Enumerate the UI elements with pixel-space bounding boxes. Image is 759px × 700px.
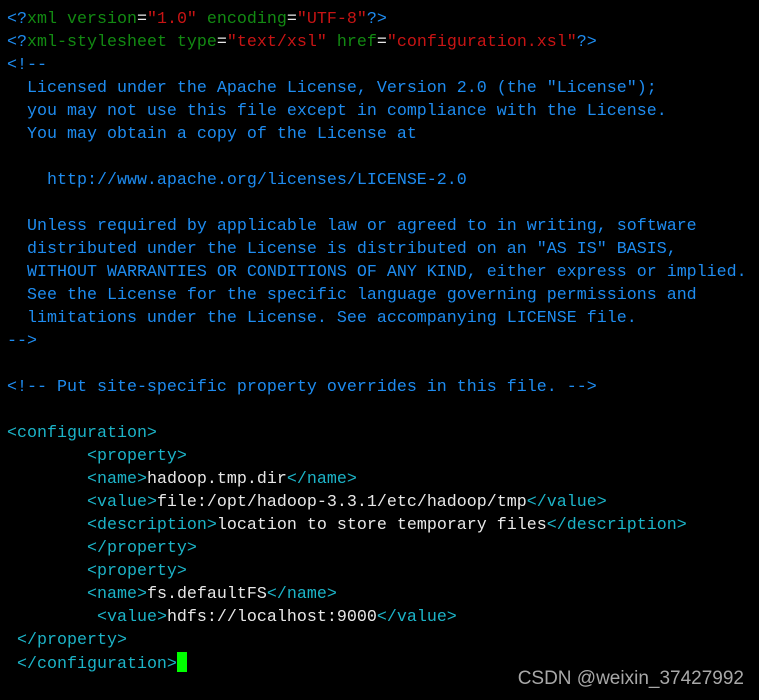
code-token: "UTF-8" bbox=[296, 10, 367, 29]
text-cursor bbox=[176, 652, 187, 672]
code-token: </configuration> bbox=[17, 655, 177, 674]
code-token: <name> bbox=[86, 470, 147, 489]
code-token: </property> bbox=[86, 539, 197, 558]
code-line: Unless required by applicable law or agr… bbox=[7, 215, 747, 238]
code-token: <!-- Put site-specific property override… bbox=[7, 378, 597, 397]
watermark: CSDN @weixin_37427992 bbox=[517, 668, 744, 689]
code-line: <property> bbox=[7, 445, 747, 468]
code-line: <!-- Put site-specific property override… bbox=[7, 376, 747, 399]
code-token: = bbox=[216, 33, 227, 52]
code-token: you may not use this file except in comp… bbox=[7, 102, 667, 121]
code-token: "1.0" bbox=[146, 10, 197, 29]
code-line: you may not use this file except in comp… bbox=[7, 100, 747, 123]
code-token: See the License for the specific languag… bbox=[7, 286, 697, 305]
code-line: distributed under the License is distrib… bbox=[7, 238, 747, 261]
code-line: <!-- bbox=[7, 54, 747, 77]
code-token: hdfs://localhost:9000 bbox=[166, 608, 377, 627]
code-token: <? bbox=[7, 10, 27, 29]
code-token: ?> bbox=[366, 10, 387, 29]
code-token: <!-- bbox=[7, 56, 47, 75]
code-line: <description>location to store temporary… bbox=[7, 514, 747, 537]
code-token: --> bbox=[7, 332, 37, 351]
code-token: You may obtain a copy of the License at bbox=[7, 125, 417, 144]
code-token: href bbox=[326, 33, 377, 52]
code-token: = bbox=[136, 10, 147, 29]
code-line: --> bbox=[7, 330, 747, 353]
code-token: </name> bbox=[266, 585, 337, 604]
code-token: Unless required by applicable law or agr… bbox=[7, 217, 697, 236]
code-line: See the License for the specific languag… bbox=[7, 284, 747, 307]
terminal-editor[interactable]: <?xml version="1.0" encoding="UTF-8"?> <?… bbox=[7, 8, 747, 675]
code-token: encoding bbox=[196, 10, 287, 29]
code-line: http://www.apache.org/licenses/LICENSE-2… bbox=[7, 169, 747, 192]
code-line: <value>file:/opt/hadoop-3.3.1/etc/hadoop… bbox=[7, 491, 747, 514]
code-token: distributed under the License is distrib… bbox=[7, 240, 677, 259]
code-token: "configuration.xsl" bbox=[386, 33, 577, 52]
code-token: file:/opt/hadoop-3.3.1/etc/hadoop/tmp bbox=[156, 493, 527, 512]
code-token: WITHOUT WARRANTIES OR CONDITIONS OF ANY … bbox=[7, 263, 747, 282]
code-token: <value> bbox=[96, 608, 167, 627]
code-line: WITHOUT WARRANTIES OR CONDITIONS OF ANY … bbox=[7, 261, 747, 284]
code-token: <value> bbox=[86, 493, 157, 512]
code-token: ?> bbox=[576, 33, 597, 52]
code-token: location to store temporary files bbox=[216, 516, 547, 535]
code-token: </name> bbox=[286, 470, 357, 489]
code-token: = bbox=[376, 33, 387, 52]
code-line: <?xml-stylesheet type="text/xsl" href="c… bbox=[7, 31, 747, 54]
code-token: = bbox=[286, 10, 297, 29]
code-line: <value>hdfs://localhost:9000</value> bbox=[7, 606, 747, 629]
code-token: <configuration> bbox=[7, 424, 157, 443]
code-line: </property> bbox=[7, 537, 747, 560]
code-token: <description> bbox=[86, 516, 217, 535]
code-token: limitations under the License. See accom… bbox=[7, 309, 637, 328]
code-token: <property> bbox=[86, 447, 187, 466]
code-token: xml-stylesheet type bbox=[27, 33, 217, 52]
code-line: You may obtain a copy of the License at bbox=[7, 123, 747, 146]
code-token: Licensed under the Apache License, Versi… bbox=[7, 79, 657, 98]
code-token: <property> bbox=[86, 562, 187, 581]
code-token: </value> bbox=[526, 493, 607, 512]
code-token: fs.defaultFS bbox=[146, 585, 267, 604]
code-line: </property> bbox=[7, 629, 747, 652]
code-token: xml version bbox=[27, 10, 137, 29]
code-token: </description> bbox=[546, 516, 687, 535]
code-line: <name>fs.defaultFS</name> bbox=[7, 583, 747, 606]
code-token: </property> bbox=[17, 631, 127, 650]
code-line: <configuration> bbox=[7, 422, 747, 445]
code-token: http://www.apache.org/licenses/LICENSE-2… bbox=[7, 171, 467, 190]
code-token: "text/xsl" bbox=[226, 33, 327, 52]
code-line: Licensed under the Apache License, Versi… bbox=[7, 77, 747, 100]
code-line: <?xml version="1.0" encoding="UTF-8"?> bbox=[7, 8, 747, 31]
code-line: limitations under the License. See accom… bbox=[7, 307, 747, 330]
code-line: <name>hadoop.tmp.dir</name> bbox=[7, 468, 747, 491]
code-token: <? bbox=[7, 33, 27, 52]
code-line: <property> bbox=[7, 560, 747, 583]
code-token: <name> bbox=[86, 585, 147, 604]
code-token: hadoop.tmp.dir bbox=[146, 470, 287, 489]
code-token: </value> bbox=[376, 608, 457, 627]
